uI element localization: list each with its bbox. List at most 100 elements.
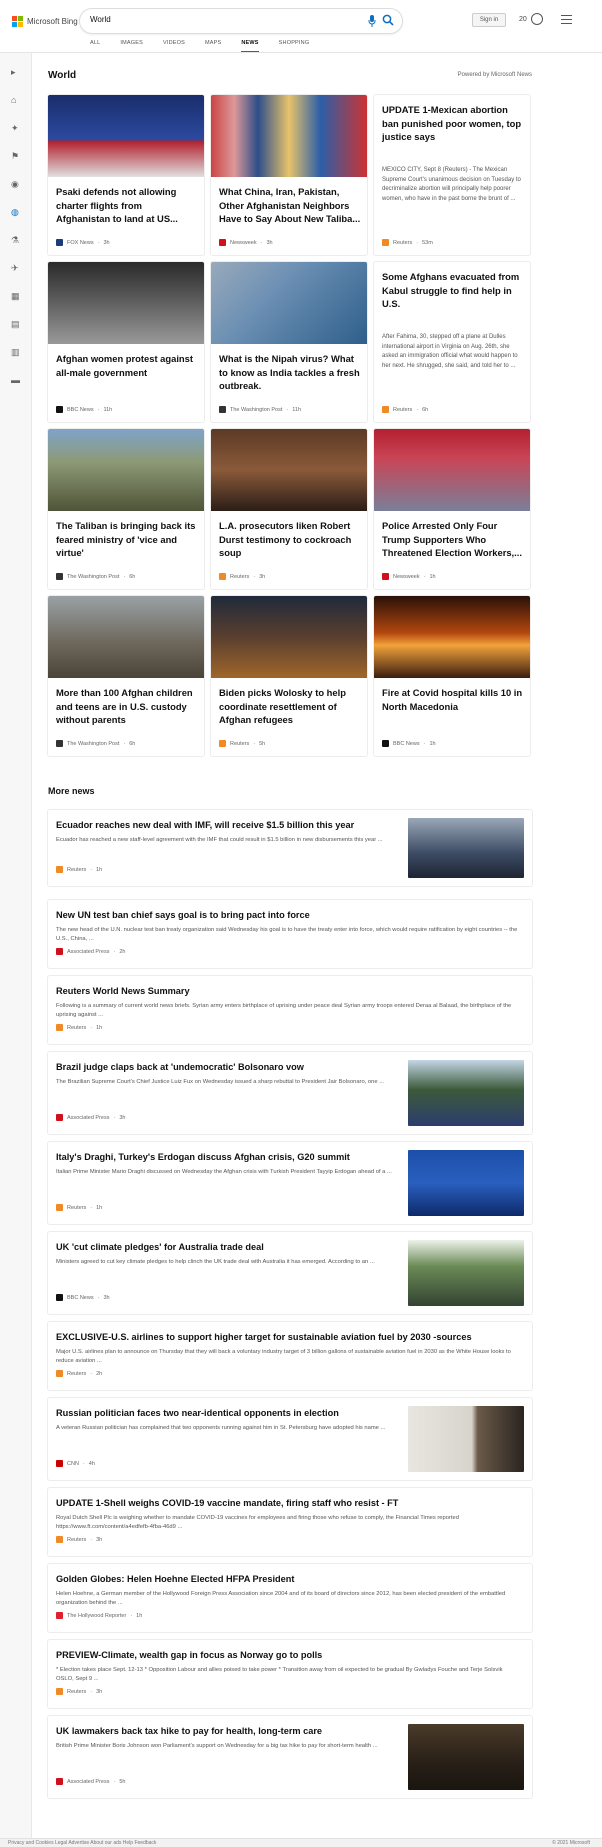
news-title[interactable]: Psaki defends not allowing charter fligh… bbox=[56, 185, 198, 226]
category-rail: ▸ ⌂ ✦ ⚑ ◉ ◍ ⚗ ✈ ▦ ▤ ▥ ▬ bbox=[0, 53, 32, 1847]
news-title[interactable]: Some Afghans evacuated from Kabul strugg… bbox=[382, 270, 524, 311]
news-title[interactable]: Afghan women protest against all-male go… bbox=[56, 352, 198, 379]
news-image[interactable] bbox=[374, 596, 530, 678]
news-row-snippet: Following is a summary of current world … bbox=[56, 1003, 512, 1019]
news-title[interactable]: More than 100 Afghan children and teens … bbox=[56, 686, 198, 727]
news-row-title[interactable]: New UN test ban chief says goal is to br… bbox=[56, 910, 310, 920]
news-card[interactable]: UPDATE 1-Mexican abortion ban punished p… bbox=[374, 95, 530, 255]
news-image[interactable] bbox=[211, 95, 367, 177]
news-thumbnail[interactable] bbox=[408, 1406, 524, 1472]
news-title[interactable]: Fire at Covid hospital kills 10 in North… bbox=[382, 686, 524, 713]
news-thumbnail[interactable] bbox=[408, 1060, 524, 1126]
news-row[interactable]: Ecuador reaches new deal with IMF, will … bbox=[48, 810, 532, 886]
source-separator: · bbox=[260, 239, 263, 246]
news-card[interactable]: The Taliban is bringing back its feared … bbox=[48, 429, 204, 589]
tab-videos[interactable]: VIDEOS bbox=[163, 40, 195, 50]
news-row[interactable]: Italy's Draghi, Turkey's Erdogan discuss… bbox=[48, 1142, 532, 1224]
news-thumbnail[interactable] bbox=[408, 818, 524, 878]
news-age: 6h bbox=[422, 406, 429, 413]
news-row-title[interactable]: PREVIEW-Climate, wealth gap in focus as … bbox=[56, 1650, 322, 1660]
news-row-title[interactable]: Italy's Draghi, Turkey's Erdogan discuss… bbox=[56, 1152, 396, 1162]
copyright: © 2021 Microsoft bbox=[552, 1840, 590, 1846]
news-image[interactable] bbox=[48, 262, 204, 344]
news-row-title[interactable]: Russian politician faces two near-identi… bbox=[56, 1408, 396, 1418]
news-row[interactable]: Reuters World News Summary Following is a… bbox=[48, 976, 532, 1044]
search-icon[interactable] bbox=[382, 14, 394, 26]
news-card[interactable]: Psaki defends not allowing charter fligh… bbox=[48, 95, 204, 255]
tab-shopping[interactable]: SHOPPING bbox=[279, 40, 320, 50]
news-row-title[interactable]: Ecuador reaches new deal with IMF, will … bbox=[56, 820, 396, 830]
tv-icon[interactable]: ▬ bbox=[11, 375, 21, 385]
footer-links[interactable]: Privacy and Cookies Legal Advertise Abou… bbox=[8, 1840, 156, 1846]
news-title[interactable]: Police Arrested Only Four Trump Supporte… bbox=[382, 519, 524, 560]
news-row-title[interactable]: Reuters World News Summary bbox=[56, 986, 190, 996]
news-row-title[interactable]: UK lawmakers back tax hike to pay for he… bbox=[56, 1726, 396, 1736]
source-logo-icon bbox=[219, 740, 226, 747]
search-input[interactable]: World bbox=[90, 15, 111, 24]
news-image[interactable] bbox=[48, 95, 204, 177]
discover-icon[interactable]: ✦ bbox=[11, 123, 21, 133]
news-thumbnail[interactable] bbox=[408, 1724, 524, 1790]
world-globe-icon[interactable]: ◍ bbox=[11, 207, 21, 217]
news-row-title[interactable]: Brazil judge claps back at 'undemocratic… bbox=[56, 1062, 396, 1072]
local-pin-icon[interactable]: ◉ bbox=[11, 179, 21, 189]
news-thumbnail[interactable] bbox=[408, 1240, 524, 1306]
news-row-title[interactable]: EXCLUSIVE-U.S. airlines to support highe… bbox=[56, 1332, 472, 1342]
news-row[interactable]: UK lawmakers back tax hike to pay for he… bbox=[48, 1716, 532, 1798]
news-title[interactable]: UPDATE 1-Mexican abortion ban punished p… bbox=[382, 103, 524, 144]
news-image[interactable] bbox=[211, 429, 367, 511]
news-row[interactable]: EXCLUSIVE-U.S. airlines to support highe… bbox=[48, 1322, 532, 1390]
news-row-title[interactable]: UK 'cut climate pledges' for Australia t… bbox=[56, 1242, 396, 1252]
news-card[interactable]: What is the Nipah virus? What to know as… bbox=[211, 262, 367, 422]
news-image[interactable] bbox=[211, 262, 367, 344]
news-title[interactable]: Biden picks Wolosky to help coordinate r… bbox=[219, 686, 361, 727]
news-image[interactable] bbox=[374, 429, 530, 511]
microphone-icon[interactable] bbox=[368, 15, 376, 27]
source-logo-icon bbox=[56, 1536, 63, 1543]
entertainment-icon[interactable]: ▥ bbox=[11, 347, 21, 357]
news-row[interactable]: UPDATE 1-Shell weighs COVID-19 vaccine m… bbox=[48, 1488, 532, 1556]
news-card[interactable]: Fire at Covid hospital kills 10 in North… bbox=[374, 596, 530, 756]
news-card[interactable]: L.A. prosecutors liken Robert Durst test… bbox=[211, 429, 367, 589]
news-card[interactable]: Afghan women protest against all-male go… bbox=[48, 262, 204, 422]
news-row[interactable]: UK 'cut climate pledges' for Australia t… bbox=[48, 1232, 532, 1314]
sports-icon[interactable]: ✈ bbox=[11, 263, 21, 273]
flag-icon[interactable]: ⚑ bbox=[11, 151, 21, 161]
tab-news[interactable]: NEWS bbox=[241, 40, 268, 53]
money-icon[interactable]: ▤ bbox=[11, 319, 21, 329]
news-title[interactable]: What is the Nipah virus? What to know as… bbox=[219, 352, 361, 393]
science-icon[interactable]: ⚗ bbox=[11, 235, 21, 245]
movie-icon[interactable]: ▦ bbox=[11, 291, 21, 301]
collapse-icon[interactable]: ▸ bbox=[11, 67, 21, 77]
news-card[interactable]: Biden picks Wolosky to help coordinate r… bbox=[211, 596, 367, 756]
news-card[interactable]: Some Afghans evacuated from Kabul strugg… bbox=[374, 262, 530, 422]
tab-maps[interactable]: MAPS bbox=[205, 40, 231, 50]
news-thumbnail[interactable] bbox=[408, 1150, 524, 1216]
news-row[interactable]: Russian politician faces two near-identi… bbox=[48, 1398, 532, 1480]
sign-in-button[interactable]: Sign in bbox=[472, 13, 506, 27]
news-title[interactable]: L.A. prosecutors liken Robert Durst test… bbox=[219, 519, 361, 560]
news-row-title[interactable]: UPDATE 1-Shell weighs COVID-19 vaccine m… bbox=[56, 1498, 398, 1508]
rewards-button[interactable]: 20 bbox=[519, 13, 543, 25]
news-card[interactable]: What China, Iran, Pakistan, Other Afghan… bbox=[211, 95, 367, 255]
news-source: Reuters · 1h bbox=[56, 1204, 102, 1211]
news-row[interactable]: New UN test ban chief says goal is to br… bbox=[48, 900, 532, 968]
news-card[interactable]: More than 100 Afghan children and teens … bbox=[48, 596, 204, 756]
news-row-title[interactable]: Golden Globes: Helen Hoehne Elected HFPA… bbox=[56, 1574, 294, 1584]
tab-images[interactable]: IMAGES bbox=[120, 40, 153, 50]
tab-all[interactable]: ALL bbox=[90, 40, 110, 50]
news-image[interactable] bbox=[48, 596, 204, 678]
hamburger-menu-icon[interactable] bbox=[561, 15, 572, 24]
news-image[interactable] bbox=[211, 596, 367, 678]
search-box[interactable]: World bbox=[80, 9, 402, 33]
bing-logo[interactable]: Microsoft Bing bbox=[12, 14, 78, 28]
news-title[interactable]: What China, Iran, Pakistan, Other Afghan… bbox=[219, 185, 361, 226]
news-source: The Washington Post · 11h bbox=[219, 406, 301, 413]
home-icon[interactable]: ⌂ bbox=[11, 95, 21, 105]
news-row[interactable]: Brazil judge claps back at 'undemocratic… bbox=[48, 1052, 532, 1134]
news-row[interactable]: Golden Globes: Helen Hoehne Elected HFPA… bbox=[48, 1564, 532, 1632]
news-card[interactable]: Police Arrested Only Four Trump Supporte… bbox=[374, 429, 530, 589]
news-title[interactable]: The Taliban is bringing back its feared … bbox=[56, 519, 198, 560]
news-image[interactable] bbox=[48, 429, 204, 511]
news-row[interactable]: PREVIEW-Climate, wealth gap in focus as … bbox=[48, 1640, 532, 1708]
